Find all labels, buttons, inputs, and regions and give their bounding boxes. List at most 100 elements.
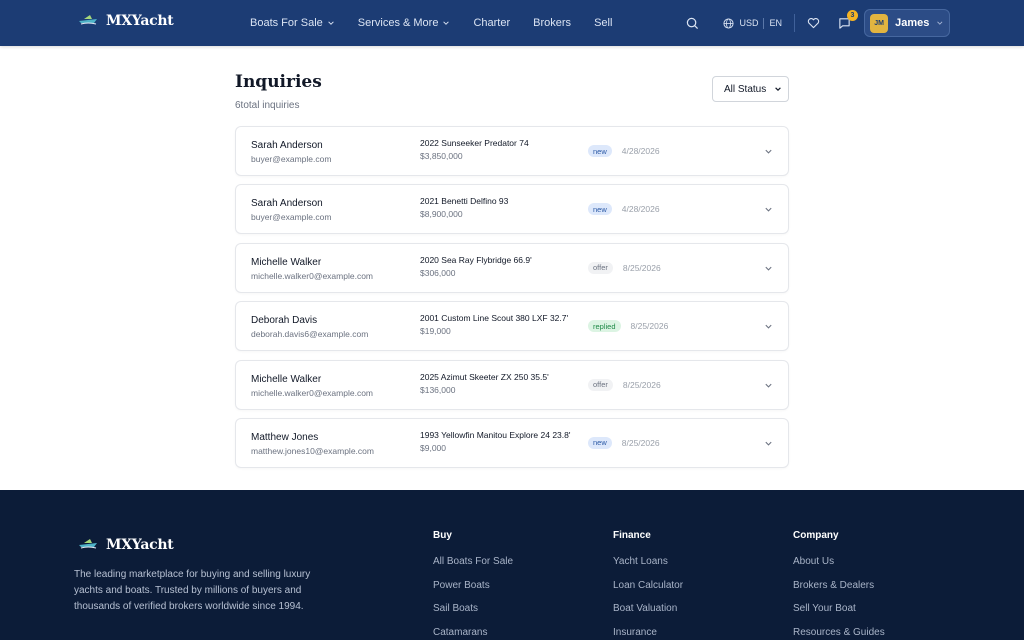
status-badge: offer (588, 378, 613, 391)
status-filter-select[interactable]: All Status (712, 76, 789, 102)
boat-title: 1993 Yellowfin Manitou Explore 24 23.8' (420, 429, 571, 440)
chevron-down-icon[interactable] (764, 439, 773, 448)
yacht-logo-icon (78, 536, 98, 554)
inquiry-list: Sarah Anderson buyer@example.com 2022 Su… (235, 126, 789, 476)
main-nav: Boats For Sale Services & More Charter B… (250, 0, 612, 46)
nav-sell[interactable]: Sell (594, 17, 612, 29)
user-menu-button[interactable]: JM James (864, 9, 950, 37)
footer-column-company: Company About Us Brokers & Dealers Sell … (793, 530, 885, 640)
chevron-down-icon[interactable] (764, 322, 773, 331)
inquiry-card[interactable]: Sarah Anderson buyer@example.com 2022 Su… (235, 126, 789, 176)
footer-link[interactable]: Boat Valuation (613, 603, 683, 614)
status-badge: new (588, 436, 612, 449)
buyer-email: deborah.davis6@example.com (251, 329, 369, 340)
inquiry-date: 8/25/2026 (630, 321, 669, 332)
buyer-email: matthew.jones10@example.com (251, 445, 374, 456)
boat-price: $3,850,000 (420, 151, 463, 161)
chevron-down-icon (937, 21, 943, 25)
site-footer: MXYacht The leading marketplace for buyi… (0, 490, 1024, 640)
messages-button[interactable]: 3 (838, 9, 858, 30)
nav-label: Sell (594, 17, 613, 29)
footer-link[interactable]: Power Boats (433, 580, 513, 591)
nav-label: Boats For Sale (250, 17, 323, 29)
footer-column-buy: Buy All Boats For Sale Power Boats Sail … (433, 530, 513, 640)
buyer-name: Michelle Walker (251, 256, 322, 268)
locale-switcher[interactable]: USD EN (723, 17, 782, 29)
nav-boats-for-sale[interactable]: Boats For Sale (250, 17, 335, 29)
nav-brokers[interactable]: Brokers (533, 17, 571, 29)
footer-link[interactable]: Loan Calculator (613, 580, 683, 591)
footer-link[interactable]: Brokers & Dealers (793, 580, 885, 591)
chevron-down-icon[interactable] (764, 147, 773, 156)
chevron-down-icon[interactable] (764, 381, 773, 390)
inquiry-card[interactable]: Michelle Walker michelle.walker0@example… (235, 242, 789, 293)
buyer-email: buyer@example.com (251, 154, 332, 164)
footer-link[interactable]: Catamarans (433, 627, 513, 638)
boat-title: 2020 Sea Ray Flybridge 66.9' (420, 254, 532, 265)
heart-icon[interactable] (807, 17, 820, 29)
status-badge: replied (588, 320, 621, 333)
chevron-down-icon[interactable] (764, 205, 773, 214)
nav-charter[interactable]: Charter (473, 17, 510, 29)
footer-link[interactable]: Insurance (613, 627, 683, 638)
status-badge: offer (588, 261, 613, 274)
footer-heading: Company (793, 530, 839, 541)
yacht-logo-icon (78, 12, 98, 30)
footer-brand-name: MXYacht (106, 537, 174, 553)
buyer-name: Sarah Anderson (251, 140, 323, 151)
buyer-name: Sarah Anderson (251, 198, 323, 210)
boat-title: 2001 Custom Line Scout 380 LXF 32.7' (420, 313, 569, 324)
inquiry-card[interactable]: Sarah Anderson buyer@example.com 2021 Be… (235, 184, 789, 235)
language-label: EN (769, 18, 782, 28)
inquiry-date: 8/25/2026 (621, 437, 660, 448)
footer-link[interactable]: Sell Your Boat (793, 603, 885, 614)
footer-heading: Finance (613, 530, 651, 541)
divider (794, 14, 795, 32)
top-navbar: MXYacht Boats For Sale Services & More C… (0, 0, 1024, 46)
boat-price: $136,000 (420, 384, 456, 395)
inquiry-card[interactable]: Deborah Davis deborah.davis6@example.com… (235, 301, 789, 352)
inquiries-section: Inquiries 6total inquiries All Status Sa… (235, 72, 789, 468)
avatar: JM (870, 13, 889, 33)
boat-price: $8,900,000 (420, 209, 463, 220)
chevron-down-icon (443, 21, 450, 25)
inquiry-date: 4/28/2026 (621, 204, 660, 215)
boat-title: 2025 Azimut Skeeter ZX 250 35.5' (420, 371, 549, 382)
chevron-down-icon (775, 87, 781, 92)
buyer-name: Michelle Walker (251, 373, 322, 385)
status-filter-value: All Status (724, 83, 767, 95)
footer-brand-logo[interactable]: MXYacht (78, 536, 174, 554)
chevron-down-icon[interactable] (764, 264, 773, 273)
nav-label: Brokers (533, 17, 572, 29)
footer-link[interactable]: Resources & Guides (793, 627, 885, 638)
footer-link[interactable]: All Boats For Sale (433, 556, 513, 567)
buyer-name: Matthew Jones (251, 431, 319, 443)
nav-label: Services & More (357, 17, 439, 29)
footer-link[interactable]: About Us (793, 556, 885, 567)
buyer-email: michelle.walker0@example.com (251, 387, 374, 398)
status-badge: new (588, 145, 612, 157)
search-icon[interactable] (686, 17, 699, 30)
nav-services-more[interactable]: Services & More (358, 17, 451, 29)
boat-title: 2021 Benetti Delfino 93 (420, 196, 509, 207)
chevron-down-icon (328, 21, 334, 25)
page-title: Inquiries (235, 72, 322, 92)
header-actions: USD EN 3 JM James (686, 0, 950, 46)
globe-icon (723, 17, 735, 29)
inquiry-card[interactable]: Matthew Jones matthew.jones10@example.co… (235, 417, 789, 468)
footer-heading: Buy (433, 530, 452, 541)
currency-label: USD (739, 18, 759, 28)
footer-link[interactable]: Sail Boats (433, 603, 513, 614)
boat-title: 2022 Sunseeker Predator 74 (420, 138, 529, 148)
footer-link[interactable]: Yacht Loans (613, 556, 683, 567)
inquiry-card[interactable]: Michelle Walker michelle.walker0@example… (235, 359, 789, 410)
buyer-name: Deborah Davis (251, 315, 318, 327)
inquiry-date: 8/25/2026 (622, 379, 661, 390)
message-count-badge: 3 (847, 9, 858, 21)
inquiry-date: 4/28/2026 (621, 146, 660, 156)
footer-description: The leading marketplace for buying and s… (74, 569, 311, 612)
buyer-email: michelle.walker0@example.com (251, 270, 374, 281)
buyer-email: buyer@example.com (251, 212, 332, 223)
brand-logo[interactable]: MXYacht (78, 12, 174, 30)
divider (763, 17, 765, 29)
